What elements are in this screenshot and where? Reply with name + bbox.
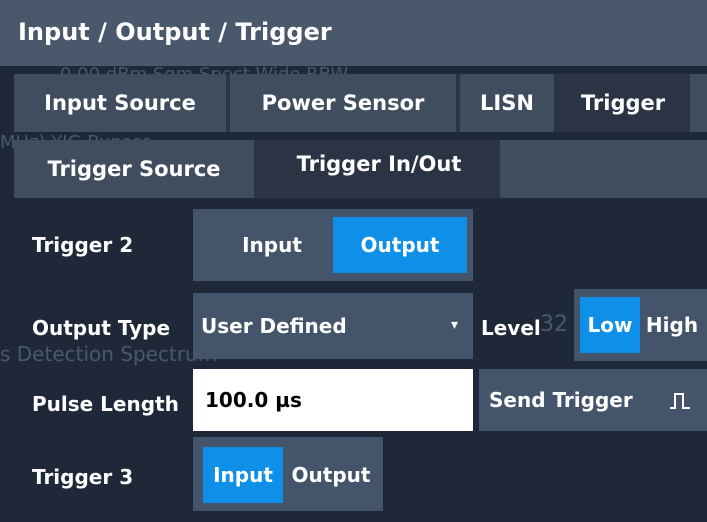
level-high-option[interactable]: High [640, 297, 704, 353]
output-type-label: Output Type [32, 316, 171, 340]
output-type-value: User Defined [201, 314, 347, 338]
subtab-filler [500, 140, 707, 198]
subtab-trigger-in-out[interactable]: Trigger In/Out [258, 140, 500, 188]
tab-input-source[interactable]: Input Source [14, 74, 226, 132]
tab-lisn[interactable]: LISN [460, 74, 554, 132]
tab-overflow [690, 74, 707, 132]
trigger2-label: Trigger 2 [32, 233, 134, 257]
send-trigger-button[interactable]: Send Trigger [479, 369, 707, 431]
main-tab-bar: Input Source Power Sensor LISN Trigger [14, 74, 707, 132]
level-label: Level [481, 316, 541, 340]
pulse-length-label: Pulse Length [32, 392, 179, 416]
background-detection-label: s Detection Spectrum [0, 342, 218, 366]
tab-power-sensor[interactable]: Power Sensor [230, 74, 456, 132]
pulse-icon [669, 391, 691, 409]
trigger2-toggle: Input Output [193, 209, 473, 281]
trigger3-label: Trigger 3 [32, 465, 134, 489]
tab-trigger[interactable]: Trigger [558, 74, 688, 132]
trigger3-output-option[interactable]: Output [285, 447, 377, 503]
chevron-down-icon: ▾ [451, 317, 459, 333]
subtab-trigger-source[interactable]: Trigger Source [14, 140, 254, 198]
trigger2-output-option[interactable]: Output [333, 217, 467, 273]
output-type-dropdown[interactable]: User Defined ▾ [193, 293, 473, 359]
dialog-title: Input / Output / Trigger [18, 18, 332, 46]
sub-tab-bar: Trigger Source Trigger In/Out [14, 140, 707, 198]
level-toggle: Low High [574, 289, 707, 361]
trigger3-input-option[interactable]: Input [203, 447, 283, 503]
trigger3-toggle: Input Output [193, 437, 383, 511]
background-fragment: 32 [540, 312, 568, 337]
trigger2-input-option[interactable]: Input [213, 217, 331, 273]
send-trigger-label: Send Trigger [489, 388, 633, 412]
pulse-length-input[interactable]: 100.0 µs [193, 369, 473, 431]
level-low-option[interactable]: Low [580, 297, 640, 353]
